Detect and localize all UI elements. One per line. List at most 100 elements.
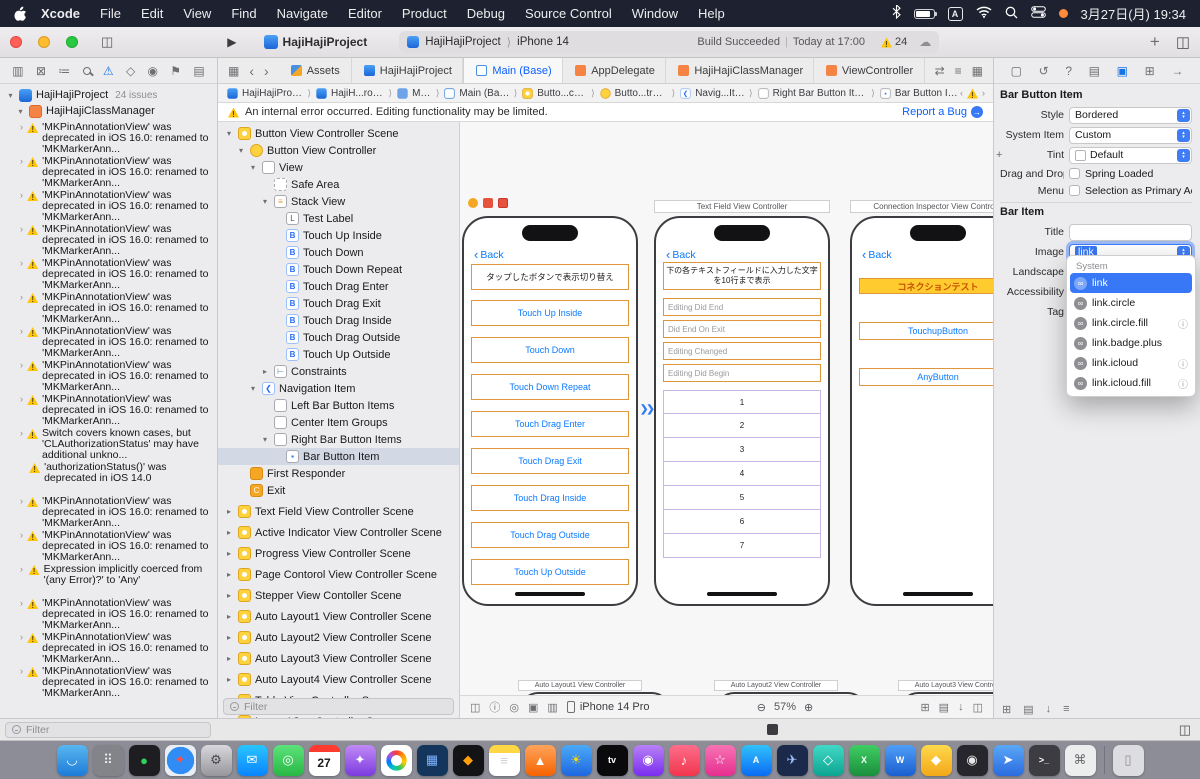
dock-system-settings[interactable]: ⚙: [200, 744, 232, 776]
issue-row-1[interactable]: › 'MKPinAnnotationView' was deprecated in…: [0, 119, 217, 155]
dock-mail[interactable]: ✉: [236, 744, 268, 776]
disclosure-closed-icon[interactable]: ›: [20, 394, 23, 405]
back-button[interactable]: ‹ Back: [474, 248, 504, 261]
dock-terminal[interactable]: >_: [1028, 744, 1060, 776]
outline-row-button-view-controller-scene[interactable]: ▾ Button View Controller Scene: [218, 125, 459, 142]
outline-row-exit[interactable]: C Exit: [218, 482, 459, 499]
dropdown-item-link[interactable]: ∞ link: [1070, 273, 1192, 293]
disclosure-closed-icon[interactable]: ›: [20, 292, 23, 303]
crumb-right-bar-button-items[interactable]: Right Bar Button Items: [757, 87, 867, 100]
issue-navigator-icon[interactable]: ⚠: [103, 64, 114, 78]
issue-row-9[interactable]: › 'MKPinAnnotationView' was deprecated in…: [0, 391, 217, 427]
scene-dock-icons[interactable]: [468, 198, 508, 208]
disclosure-closed-icon[interactable]: ›: [20, 326, 23, 337]
update-frames-icon[interactable]: ⊞: [920, 701, 929, 714]
dock-app-green-dot[interactable]: ●: [128, 744, 160, 776]
table-row-2[interactable]: 2: [663, 414, 821, 438]
partial-phone-outline[interactable]: [900, 692, 993, 695]
group-row[interactable]: ▾ HajiHajiClassManager: [0, 103, 217, 119]
outline-row-text-field-view-controller-scene[interactable]: ▸ Text Field View Controller Scene: [218, 503, 459, 520]
crumb-butto-troller[interactable]: Butto...troller: [599, 87, 668, 100]
outline-row-auto-layout2-view-controller-scene[interactable]: ▸ Auto Layout2 View Controller Scene: [218, 629, 459, 646]
exit-dock-icon[interactable]: [498, 198, 508, 208]
issue-row-10[interactable]: › Switch covers known cases, but 'CLAutho…: [0, 425, 217, 461]
disclosure-open-icon[interactable]: ▾: [16, 107, 25, 116]
dropdown-item-link-icloud[interactable]: ∞ link.icloud ⓘ: [1070, 353, 1192, 373]
checkbox-selection-as-primary-action[interactable]: [1069, 185, 1080, 196]
outline-row-auto-layout1-view-controller-scene[interactable]: ▸ Auto Layout1 View Controller Scene: [218, 608, 459, 625]
dropdown-item-link-icloud-fill[interactable]: ∞ link.icloud.fill ⓘ: [1070, 373, 1192, 393]
status-dot-icon[interactable]: [1058, 9, 1068, 18]
dock-launchpad[interactable]: ⠿: [92, 744, 124, 776]
issue-row-15[interactable]: › 'MKPinAnnotationView' was deprecated in…: [0, 595, 217, 631]
outline-row-view[interactable]: ▾ View: [218, 159, 459, 176]
disclosure-closed-icon[interactable]: ›: [20, 632, 23, 643]
tab-assets[interactable]: Assets: [279, 58, 352, 83]
issue-row-2[interactable]: › 'MKPinAnnotationView' was deprecated in…: [0, 153, 217, 189]
text-field-editing-did-begin[interactable]: Editing Did Begin: [663, 364, 821, 382]
popup-tint[interactable]: Default ▴ ▾: [1069, 146, 1192, 164]
view-controller-dock-icon[interactable]: [468, 198, 478, 208]
dock-app-pink[interactable]: ☆: [704, 744, 736, 776]
outline-row-center-item-groups[interactable]: Center Item Groups: [218, 414, 459, 431]
dock-tv[interactable]: tv: [596, 744, 628, 776]
phone-button-touch-drag-exit[interactable]: Touch Drag Exit: [471, 448, 629, 474]
popup-system-item[interactable]: Custom ▴ ▾: [1069, 126, 1192, 144]
outline-row-button-view-controller[interactable]: ▾ Button View Controller: [218, 142, 459, 159]
toggle-navigator-icon[interactable]: ◫: [96, 34, 118, 50]
caption-label[interactable]: 下の各テキストフィールドに入力した文字を10行まで表示: [663, 262, 821, 290]
disclosure-closed-icon[interactable]: ›: [20, 530, 23, 541]
back-nav-icon[interactable]: ‹: [249, 63, 254, 79]
scheme-selector[interactable]: HajiHajiProject ⟩ iPhone 14 Build Succee…: [399, 31, 940, 53]
dock-photos[interactable]: [380, 744, 412, 776]
dock-app-yellow[interactable]: ◆: [920, 744, 952, 776]
outline-row-test-label[interactable]: L Test Label: [218, 210, 459, 227]
bluetooth-icon[interactable]: [892, 4, 901, 22]
text-field-editing-changed[interactable]: Editing Changed: [663, 342, 821, 360]
crumb-hajih-roject[interactable]: HajiH...roject: [315, 87, 385, 100]
add-constraints-icon[interactable]: ↓: [958, 701, 964, 713]
menu-window[interactable]: Window: [622, 6, 688, 21]
issue-row-13[interactable]: › 'MKPinAnnotationView' was deprecated in…: [0, 527, 217, 563]
warning-icon[interactable]: [967, 88, 978, 99]
outline-row-active-indicator-view-controller-scene[interactable]: ▸ Active Indicator View Controller Scene: [218, 524, 459, 541]
tab-hajihajiclassmanager[interactable]: HajiHajiClassManager: [666, 58, 814, 83]
dock-app-camera[interactable]: ◉: [956, 744, 988, 776]
dock-app-store[interactable]: A: [740, 744, 772, 776]
phone-button-touchupbutton[interactable]: TouchupButton: [859, 322, 993, 340]
disclosure-closed-icon[interactable]: ›: [20, 428, 23, 439]
disclosure-closed-icon[interactable]: ▸: [224, 591, 234, 600]
next-issue-icon[interactable]: ›: [982, 88, 985, 98]
menu-editor[interactable]: Editor: [338, 6, 392, 21]
dock-app-green-x[interactable]: X: [848, 744, 880, 776]
zoom-level[interactable]: 57%: [774, 701, 796, 713]
variants-icon[interactable]: ▣: [528, 701, 538, 714]
issue-row-14[interactable]: › Expression implicitly coerced from '(an…: [0, 561, 217, 595]
issue-row-17[interactable]: › 'MKPinAnnotationView' was deprecated in…: [0, 663, 217, 699]
attributes-inspector-icon[interactable]: ▣: [1117, 64, 1128, 78]
outline-row-touch-drag-exit[interactable]: B Touch Drag Exit: [218, 295, 459, 312]
connection-test-header[interactable]: コネクションテスト: [859, 278, 993, 294]
info-icon[interactable]: ⓘ: [1178, 376, 1188, 391]
zoom-out-icon[interactable]: ⊖: [757, 701, 766, 714]
disclosure-open-icon[interactable]: ▾: [236, 146, 246, 155]
dock-safari[interactable]: ✦: [164, 744, 196, 776]
disclosure-closed-icon[interactable]: ›: [20, 258, 23, 269]
dock-music[interactable]: ♪: [668, 744, 700, 776]
text-field-editing-did-end[interactable]: Editing Did End: [663, 298, 821, 316]
menubar-clock[interactable]: 3月27日(月) 19:34: [1081, 4, 1187, 23]
issue-row-16[interactable]: › 'MKPinAnnotationView' was deprecated in…: [0, 629, 217, 665]
table-row-3[interactable]: 3: [663, 438, 821, 462]
quick-help-inspector-icon[interactable]: ?: [1065, 64, 1072, 78]
file-inspector-icon[interactable]: ▢: [1011, 64, 1022, 78]
phone-button-touch-up-outside[interactable]: Touch Up Outside: [471, 559, 629, 585]
forward-nav-icon[interactable]: ›: [264, 63, 269, 79]
issue-row-12[interactable]: › 'MKPinAnnotationView' was deprecated in…: [0, 493, 217, 529]
code-review-icon[interactable]: ⇄: [935, 64, 945, 78]
dock-notes[interactable]: ≡: [488, 744, 520, 776]
issue-row-7[interactable]: › 'MKPinAnnotationView' was deprecated in…: [0, 323, 217, 359]
outline-row-touch-up-outside[interactable]: B Touch Up Outside: [218, 346, 459, 363]
align-icon[interactable]: ▤: [939, 701, 949, 714]
library-grid-icon[interactable]: ⊞: [1002, 703, 1011, 716]
previous-issue-icon[interactable]: ‹: [960, 88, 963, 98]
